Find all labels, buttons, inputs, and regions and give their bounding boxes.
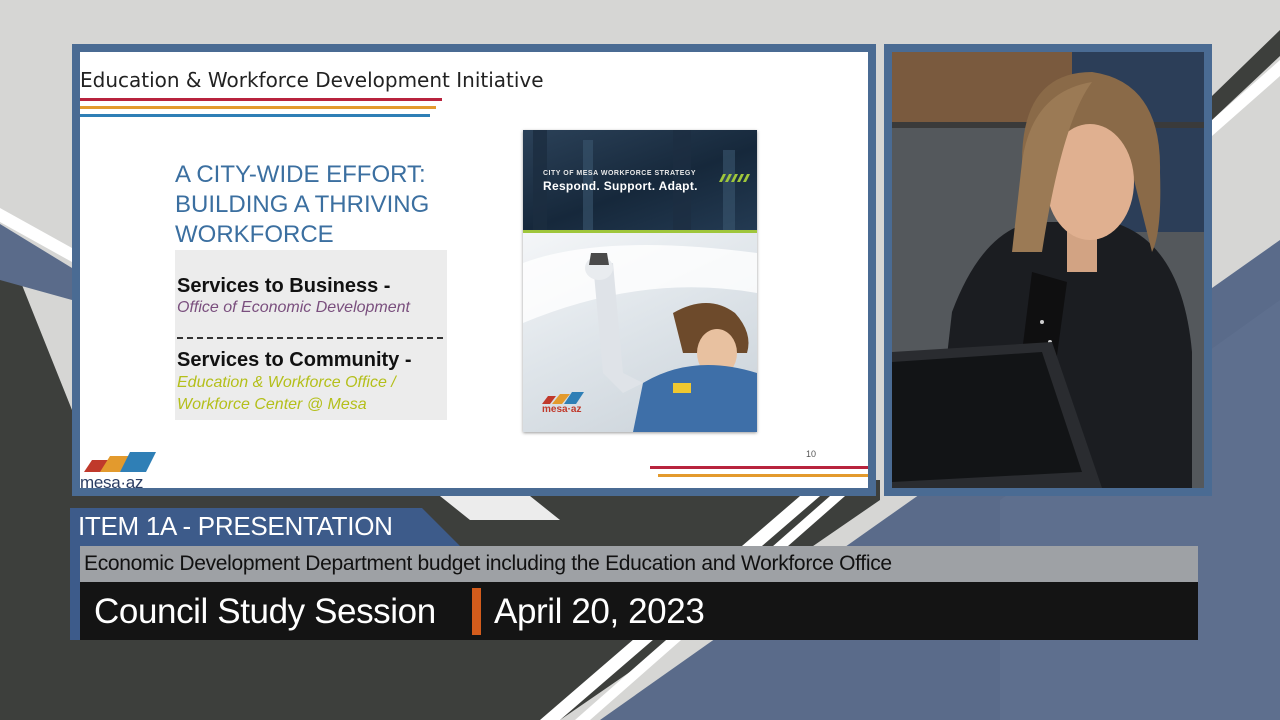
services-box: Services to Business - Office of Economi… — [175, 250, 447, 420]
slide-heading: A CITY-WIDE EFFORT: BUILDING A THRIVING … — [175, 160, 447, 254]
slide-page-number: 10 — [806, 449, 817, 459]
dashed-divider — [177, 337, 443, 339]
presenter-video — [892, 52, 1204, 488]
camera-frame — [884, 44, 1212, 496]
strategy-cover-image: CITY OF MESA WORKFORCE STRATEGY Respond.… — [523, 130, 757, 432]
services-business-sub: Office of Economic Development — [177, 299, 410, 316]
title-rule-blue — [80, 114, 430, 117]
services-community-sub: Education & Workforce Office / — [177, 374, 396, 391]
heading-line: WORKFORCE — [175, 221, 334, 248]
heading-line: A CITY-WIDE EFFORT: — [175, 161, 426, 188]
presentation-slide: Education & Workforce Development Initia… — [80, 52, 868, 488]
services-business-title: Services to Business - — [177, 275, 391, 297]
slide-frame: Education & Workforce Development Initia… — [72, 44, 876, 496]
slide-title: Education & Workforce Development Initia… — [80, 68, 544, 92]
title-rule-red — [80, 98, 442, 101]
session-date: April 20, 2023 — [494, 592, 705, 631]
item-label: ITEM 1A - PRESENTATION — [78, 511, 393, 541]
presenter-camera-feed — [892, 52, 1204, 488]
footer-rule-orange — [658, 474, 868, 477]
services-community-title: Services to Community - — [177, 349, 412, 371]
lower-third-accent — [70, 546, 80, 640]
mesa-logo-icon — [84, 452, 156, 472]
services-community-sub: Workforce Center @ Mesa — [177, 396, 367, 413]
heading-line: BUILDING A THRIVING — [175, 191, 430, 218]
session-divider — [472, 588, 481, 635]
title-rule-orange — [80, 106, 436, 109]
cover-big-text: Respond. Support. Adapt. — [543, 179, 698, 193]
cover-small-text: CITY OF MESA WORKFORCE STRATEGY — [543, 170, 697, 177]
mesa-logo-text: mesa·az — [80, 473, 144, 488]
footer-rule-red — [650, 466, 868, 469]
cover-mesa-logo-text: mesa·az — [542, 404, 582, 415]
item-description: Economic Development Department budget i… — [84, 552, 892, 575]
cover-mesa-logo-icon — [542, 392, 584, 404]
session-title: Council Study Session — [94, 592, 436, 631]
